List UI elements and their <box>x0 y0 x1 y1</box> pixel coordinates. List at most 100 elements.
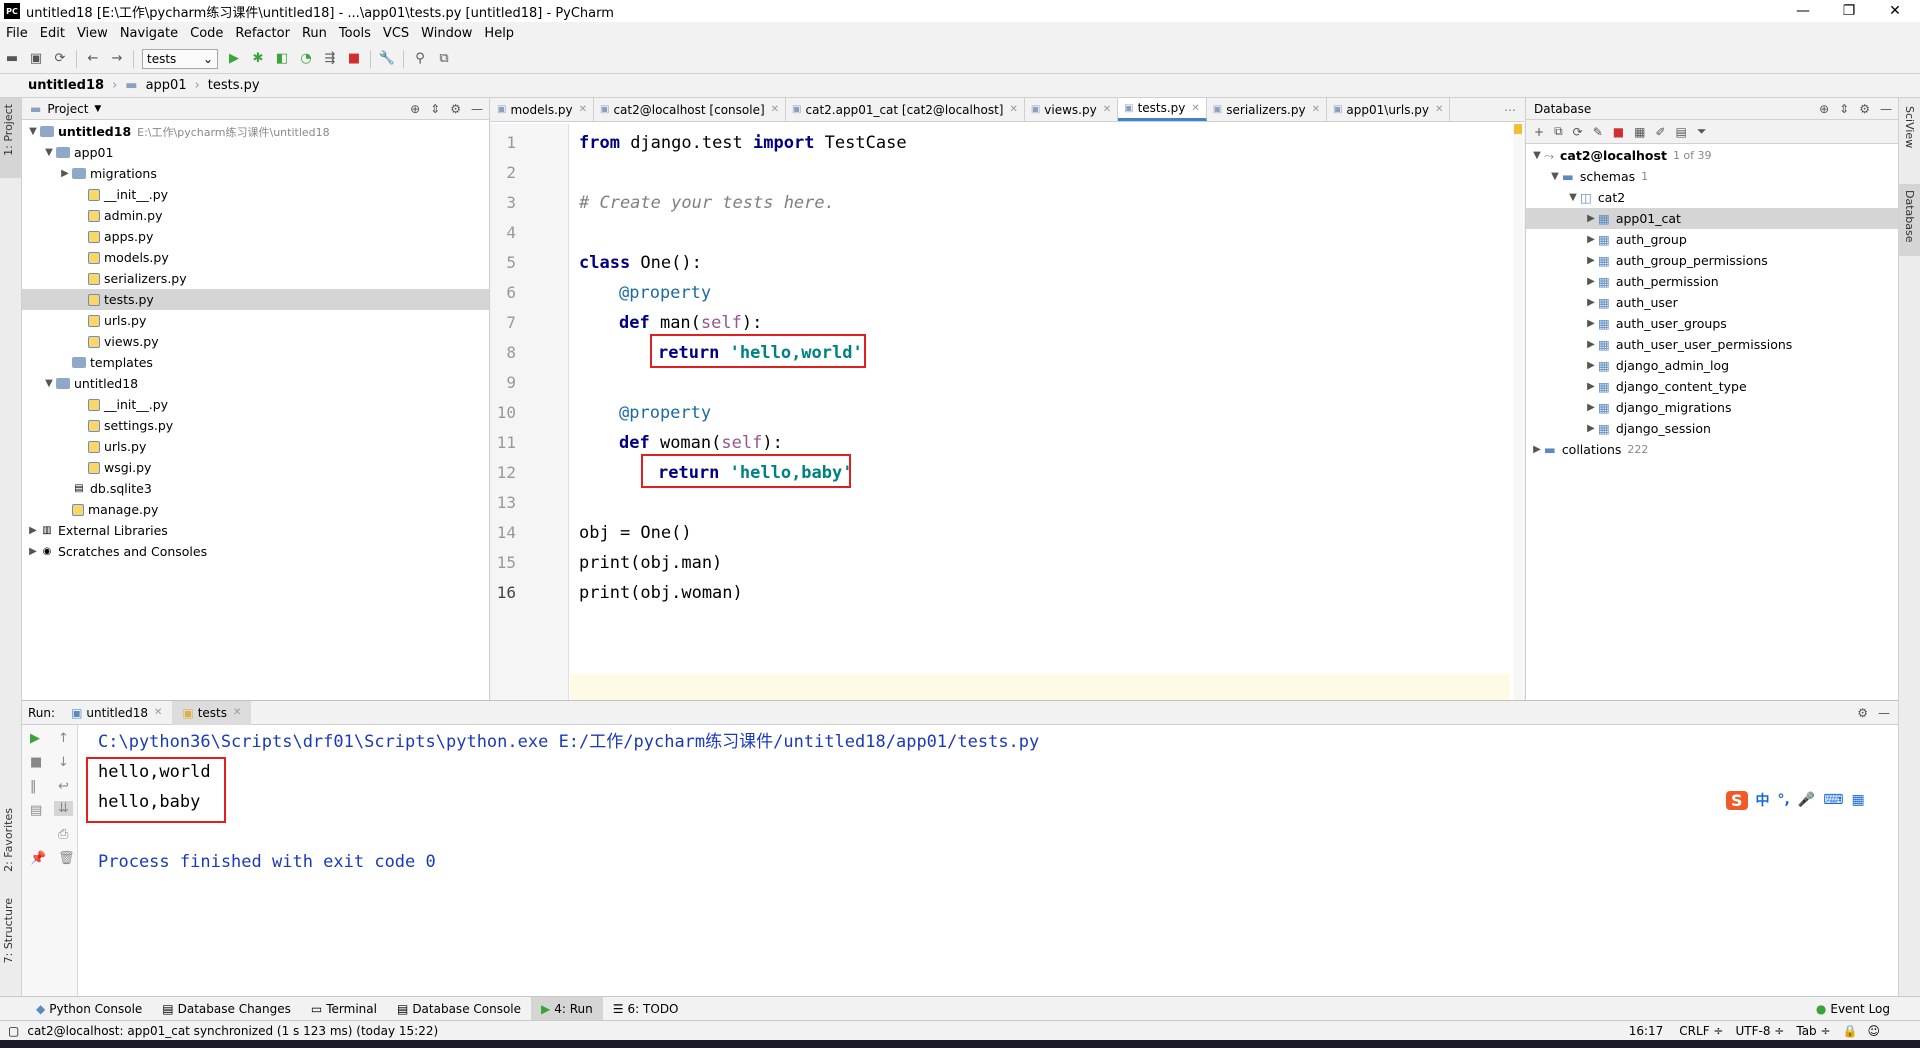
vcs-icon[interactable]: ⧉ <box>433 48 455 70</box>
db-tree-item[interactable]: ▶ ▦ auth_user <box>1526 292 1898 313</box>
grid-icon[interactable]: ▦ <box>1852 792 1865 808</box>
run-tab-untitled18[interactable]: ▣ untitled18 ✕ <box>61 701 172 725</box>
menu-window[interactable]: Window <box>415 26 478 41</box>
tree-item[interactable]: templates <box>22 352 489 373</box>
line-separator[interactable]: CRLF ÷ <box>1679 1024 1723 1038</box>
back-icon[interactable]: ← <box>82 48 104 70</box>
db-tree-item[interactable]: ▶ ▦ auth_user_user_permissions <box>1526 334 1898 355</box>
python-console-tab[interactable]: ◆ Python Console <box>26 997 152 1021</box>
tree-item[interactable]: ▶ migrations <box>22 163 489 184</box>
db-tree-item[interactable]: ▶ ▦ django_session <box>1526 418 1898 439</box>
event-log-tab[interactable]: ● Event Log <box>1806 997 1900 1021</box>
breadcrumb-project[interactable]: untitled18 <box>0 78 108 93</box>
chevron-right-icon[interactable]: ▶ <box>1584 297 1598 308</box>
tree-item[interactable]: tests.py <box>22 289 489 310</box>
tree-item[interactable]: ▶ ▥ External Libraries <box>22 520 489 541</box>
editor-tab[interactable]: ▣ cat2.app01_cat [cat2@localhost] ✕ <box>786 98 1025 121</box>
open-folder-icon[interactable]: ▬ <box>1 48 23 70</box>
db-tree-item[interactable]: ▼ ◫ cat2 <box>1526 187 1898 208</box>
chevron-right-icon[interactable]: ▶ <box>1584 234 1598 245</box>
favorites-tool-tab[interactable]: 2: Favorites <box>2 808 15 872</box>
chevron-down-icon[interactable]: ▼ <box>1530 150 1544 161</box>
indent-setting[interactable]: Tab ÷ <box>1796 1024 1830 1038</box>
sync-icon[interactable]: ⟳ <box>49 48 71 70</box>
status-square-icon[interactable]: ▢ <box>8 1024 19 1038</box>
close-tab-icon[interactable]: ✕ <box>154 707 162 718</box>
copy-icon[interactable]: ⧉ <box>1554 124 1563 139</box>
status-message[interactable]: cat2@localhost: app01_cat synchronized (… <box>27 1024 438 1038</box>
close-tab-icon[interactable]: ✕ <box>1312 104 1320 115</box>
close-tab-icon[interactable]: ✕ <box>1435 104 1443 115</box>
tree-item[interactable]: serializers.py <box>22 268 489 289</box>
db-tree-item[interactable]: ▶ ▦ django_migrations <box>1526 397 1898 418</box>
database-tool-tab[interactable]: Database <box>1903 190 1916 243</box>
inspector-icon[interactable]: ☺ <box>1867 1024 1880 1038</box>
coverage-icon[interactable]: ◧ <box>271 48 293 70</box>
edit-properties-icon[interactable]: ✎ <box>1593 125 1603 139</box>
print-icon[interactable]: ⎙ <box>58 827 68 842</box>
run-tool-tab[interactable]: ▶ 4: Run <box>531 996 603 1021</box>
chevron-right-icon[interactable]: ▶ <box>1584 213 1598 224</box>
save-icon[interactable]: ▣ <box>25 48 47 70</box>
caret-position[interactable]: 16:17 <box>1629 1024 1664 1038</box>
todo-tab[interactable]: ☰ 6: TODO <box>603 997 689 1021</box>
db-tree-item[interactable]: ▶ ▦ django_admin_log <box>1526 355 1898 376</box>
edit-icon[interactable]: ✐ <box>1655 125 1665 139</box>
chevron-down-icon[interactable]: ▼ <box>42 378 56 389</box>
add-icon[interactable]: + <box>1534 125 1544 139</box>
chevron-right-icon[interactable]: ▶ <box>1530 444 1544 455</box>
gear-icon[interactable]: ⚙ <box>450 102 461 116</box>
filter-icon[interactable]: ⏷ <box>1697 124 1707 139</box>
soft-wrap-icon[interactable]: ↩ <box>58 779 69 794</box>
tab-overflow-icon[interactable]: ⋯ <box>1504 103 1516 117</box>
hide-icon[interactable]: — <box>471 102 483 116</box>
menu-view[interactable]: View <box>71 26 114 41</box>
down-arrow-icon[interactable]: ↓ <box>58 755 69 770</box>
up-arrow-icon[interactable]: ↑ <box>58 731 69 746</box>
gear-icon[interactable]: ⚙ <box>1857 706 1868 720</box>
tree-item[interactable]: apps.py <box>22 226 489 247</box>
editor-tab[interactable]: ▣ serializers.py ✕ <box>1207 98 1327 121</box>
hide-icon[interactable]: — <box>1880 102 1892 116</box>
chevron-right-icon[interactable]: ▶ <box>26 546 40 557</box>
project-panel-title[interactable]: Project <box>47 102 88 116</box>
close-tab-icon[interactable]: ✕ <box>233 707 241 718</box>
table-view-icon[interactable]: ▦ <box>1634 125 1645 139</box>
chevron-right-icon[interactable]: ▶ <box>1584 423 1598 434</box>
chevron-down-icon[interactable]: ▼ <box>42 147 56 158</box>
tree-item[interactable]: views.py <box>22 331 489 352</box>
search-icon[interactable]: ⚲ <box>409 48 431 70</box>
wrench-icon[interactable]: 🔧 <box>376 48 398 70</box>
collapse-icon[interactable]: ⇕ <box>430 102 440 116</box>
database-console-tab[interactable]: ▤ Database Console <box>387 997 531 1021</box>
db-tree-item[interactable]: ▼ ▬ schemas 1 <box>1526 166 1898 187</box>
menu-code[interactable]: Code <box>184 26 229 41</box>
debug-icon[interactable]: ✱ <box>247 48 269 70</box>
maximize-button[interactable]: ❐ <box>1826 0 1872 22</box>
menu-file[interactable]: File <box>0 26 34 41</box>
menu-tools[interactable]: Tools <box>333 26 377 41</box>
concurrency-icon[interactable]: ⇶ <box>319 48 341 70</box>
locate-icon[interactable]: ⊕ <box>410 102 420 116</box>
keyboard-icon[interactable]: ⌨ <box>1823 792 1843 808</box>
editor-tab[interactable]: ▣ cat2@localhost [console] ✕ <box>594 98 787 121</box>
chevron-down-icon[interactable]: ▼ <box>26 126 40 137</box>
editor-tab[interactable]: ▣ app01\urls.py ✕ <box>1327 98 1451 121</box>
layout-icon[interactable]: ▤ <box>30 803 42 818</box>
database-changes-tab[interactable]: ▤ Database Changes <box>152 997 301 1021</box>
tree-item[interactable]: urls.py <box>22 310 489 331</box>
structure-tool-tab[interactable]: 7: Structure <box>2 898 15 963</box>
chevron-right-icon[interactable]: ▶ <box>1584 360 1598 371</box>
breadcrumb-tests[interactable]: tests.py <box>204 78 264 93</box>
collapse-icon[interactable]: ⇕ <box>1839 102 1849 116</box>
terminal-tab[interactable]: ▭ Terminal <box>301 997 387 1021</box>
close-tab-icon[interactable]: ✕ <box>1191 103 1199 114</box>
db-tree-item[interactable]: ▶ ▦ auth_user_groups <box>1526 313 1898 334</box>
hide-icon[interactable]: — <box>1878 706 1890 720</box>
chevron-down-icon[interactable]: ▼ <box>1566 192 1580 203</box>
chevron-right-icon[interactable]: ▶ <box>58 168 72 179</box>
db-tree-item[interactable]: ▶ ▦ auth_permission <box>1526 271 1898 292</box>
chevron-right-icon[interactable]: ▶ <box>1584 276 1598 287</box>
chevron-right-icon[interactable]: ▶ <box>1584 318 1598 329</box>
editor-tab[interactable]: ▣ tests.py ✕ <box>1118 98 1207 121</box>
